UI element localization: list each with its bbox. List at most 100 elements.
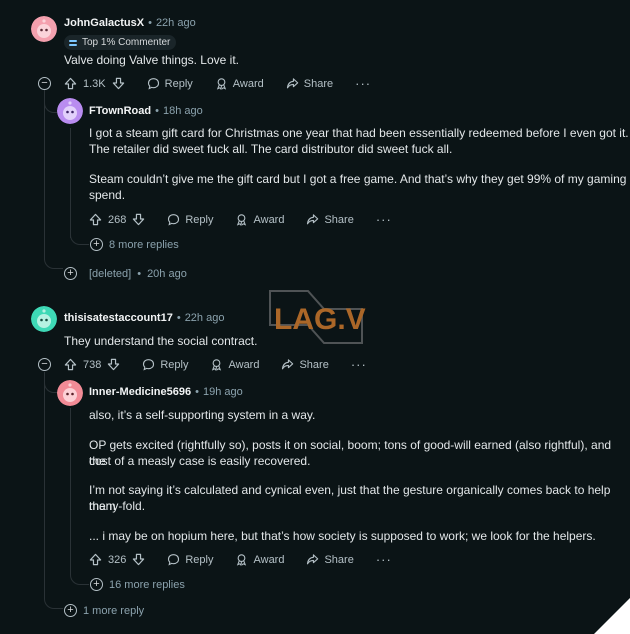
award-label: Award (253, 213, 285, 226)
avatar[interactable] (31, 16, 57, 42)
more-replies-button[interactable]: + 16 more replies (90, 578, 185, 591)
reply-label: Reply (160, 358, 189, 371)
more-options-button[interactable]: ··· (351, 357, 367, 372)
page-corner-decoration (594, 598, 630, 634)
username[interactable]: FTownRoad (89, 105, 151, 117)
reply-icon (168, 214, 180, 226)
upvote-icon[interactable] (89, 553, 102, 566)
reply-button[interactable]: Reply (147, 77, 193, 90)
timestamp: 18h ago (162, 105, 203, 117)
vote-group: 326 (89, 553, 145, 566)
share-button[interactable]: Share (306, 213, 354, 226)
reply-button[interactable]: Reply (167, 553, 213, 566)
more-replies-label: 8 more replies (109, 238, 179, 251)
comment-body-line: many-fold. (89, 499, 146, 513)
reply-button[interactable]: Reply (167, 213, 213, 226)
comment-meta: JohnGalactusX • 22h ago (64, 17, 196, 29)
thread-connector (44, 250, 63, 269)
expand-icon: + (90, 578, 103, 591)
collapse-thread-button[interactable]: − (38, 77, 51, 90)
timestamp: 20h ago (147, 267, 187, 280)
share-label: Share (303, 77, 334, 90)
collapse-thread-button[interactable]: − (38, 358, 51, 371)
username[interactable]: thisisatestaccount17 (64, 312, 173, 324)
commenter-badge-icon (69, 39, 77, 46)
timestamp: 22h ago (155, 17, 196, 29)
share-button[interactable]: Share (281, 358, 329, 371)
award-label: Award (228, 358, 260, 371)
vote-count: 268 (108, 213, 127, 226)
more-replies-button[interactable]: + 8 more replies (90, 238, 179, 251)
thread-line (70, 408, 72, 574)
award-icon (216, 78, 226, 90)
thread-connector (44, 592, 63, 609)
share-icon (307, 214, 319, 225)
reply-icon (147, 78, 159, 90)
deleted-comment[interactable]: + [deleted] • 20h ago (64, 267, 187, 280)
reply-label: Reply (185, 553, 214, 566)
more-reply-button[interactable]: + 1 more reply (64, 604, 144, 617)
comment-meta: thisisatestaccount17 • 22h ago (64, 312, 224, 324)
upvote-icon[interactable] (64, 358, 77, 371)
more-options-button[interactable]: ··· (355, 76, 371, 91)
separator: • (148, 17, 152, 29)
separator: • (195, 386, 199, 398)
comment-body-line: I got a steam gift card for Christmas on… (89, 126, 629, 140)
avatar[interactable] (31, 306, 57, 332)
comment-body-line: ... i may be on hopium here, but that’s … (89, 529, 596, 543)
comment-body: Valve doing Valve things. Love it. (64, 53, 239, 67)
expand-icon: + (64, 267, 77, 280)
reply-label: Reply (164, 77, 193, 90)
award-button[interactable]: Award (210, 358, 259, 371)
comment-body-line: The retailer did sweet fuck all. The car… (89, 142, 453, 156)
reply-label: Reply (185, 213, 214, 226)
share-icon (307, 554, 319, 565)
share-label: Share (324, 553, 354, 566)
downvote-icon[interactable] (132, 553, 145, 566)
upvote-icon[interactable] (89, 213, 102, 226)
share-button[interactable]: Share (286, 77, 333, 90)
comment-body: They understand the social contract. (64, 334, 258, 348)
username[interactable]: Inner-Medicine5696 (89, 386, 191, 398)
award-button[interactable]: Award (235, 553, 284, 566)
vote-group: 268 (89, 213, 145, 226)
top-commenter-badge: Top 1% Commenter (64, 35, 177, 50)
downvote-icon[interactable] (107, 358, 120, 371)
reply-icon (168, 554, 180, 566)
share-icon (286, 78, 299, 89)
separator: • (137, 267, 142, 280)
downvote-icon[interactable] (132, 213, 145, 226)
username[interactable]: JohnGalactusX (64, 17, 144, 29)
more-options-button[interactable]: ··· (376, 552, 392, 567)
share-label: Share (299, 358, 329, 371)
downvote-icon[interactable] (112, 77, 125, 90)
expand-icon: + (90, 238, 103, 251)
lag-vn-watermark-logo: LAG.VN (266, 283, 387, 353)
more-options-button[interactable]: ··· (376, 212, 392, 227)
avatar[interactable] (57, 380, 83, 406)
award-icon (212, 359, 222, 371)
comment-actions: 738 Reply Award Share ··· (64, 357, 367, 372)
comment-actions: 1.3K Reply Award Share ··· (64, 76, 371, 91)
reply-button[interactable]: Reply (142, 358, 188, 371)
avatar[interactable] (57, 98, 83, 124)
award-icon (237, 214, 247, 226)
separator: • (155, 105, 159, 117)
share-icon (282, 359, 294, 370)
more-replies-label: 16 more replies (109, 578, 185, 591)
thread-connector (70, 566, 89, 585)
thread-line (44, 90, 46, 260)
comment-body-line: Steam couldn’t give me the gift card but… (89, 172, 627, 186)
comment-body-line: spend. (89, 188, 126, 202)
vote-count: 1.3K (83, 77, 106, 90)
share-label: Share (324, 213, 354, 226)
more-reply-label: 1 more reply (83, 604, 145, 617)
comment-actions: 326 Reply Award Share ··· (89, 552, 392, 567)
badge-label: Top 1% Commenter (82, 37, 171, 48)
share-button[interactable]: Share (306, 553, 354, 566)
award-icon (237, 554, 247, 566)
award-button[interactable]: Award (235, 213, 284, 226)
upvote-icon[interactable] (64, 77, 77, 90)
award-button[interactable]: Award (215, 77, 264, 90)
vote-count: 326 (108, 553, 127, 566)
